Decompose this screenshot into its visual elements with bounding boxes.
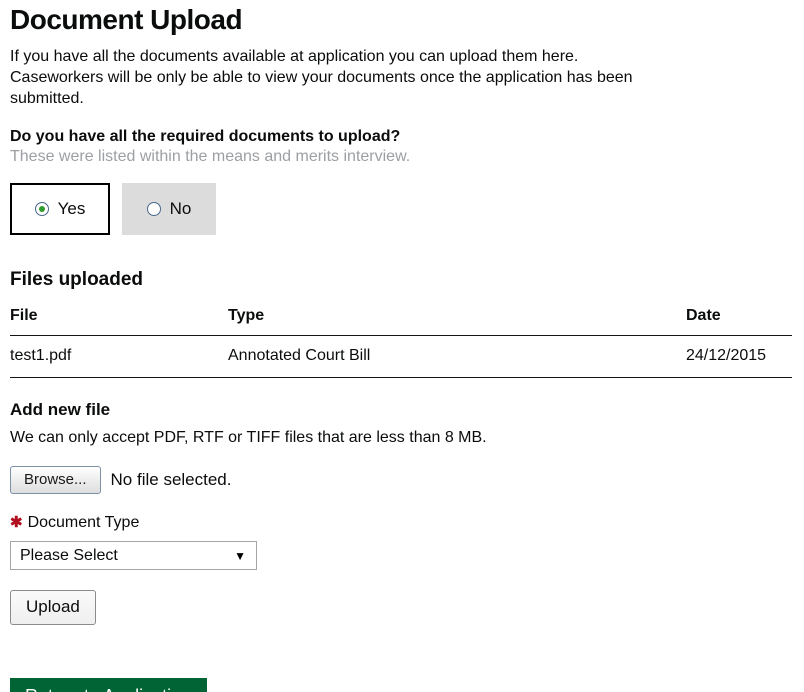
file-input: Browse... No file selected. [10, 466, 792, 494]
files-uploaded-table: File Type Date test1.pdf Annotated Court… [10, 303, 792, 378]
option-no[interactable]: No [122, 183, 216, 235]
no-file-selected-text: No file selected. [110, 470, 232, 489]
document-type-label-text: Document Type [27, 514, 140, 531]
dropdown-arrow-icon: ▼ [234, 548, 246, 563]
question-hint: These were listed within the means and m… [10, 148, 411, 165]
cell-file-name: test1.pdf [10, 335, 228, 378]
upload-button[interactable]: Upload [10, 590, 96, 625]
file-format-note: We can only accept PDF, RTF or TIFF file… [10, 429, 487, 446]
table-row: test1.pdf Annotated Court Bill 24/12/201… [10, 335, 792, 378]
page-title: Document Upload [10, 4, 243, 35]
column-header-file: File [10, 303, 228, 336]
column-header-type: Type [228, 303, 686, 336]
column-header-date: Date [686, 303, 792, 336]
cell-file-type: Annotated Court Bill [228, 335, 686, 378]
document-upload-page: Document Upload If you have all the docu… [0, 0, 804, 692]
return-to-application-button[interactable]: Return to Application [10, 678, 208, 692]
required-asterisk-icon: ✱ [10, 514, 23, 531]
radio-selected-icon [34, 202, 49, 216]
radio-unselected-icon [146, 202, 161, 216]
files-uploaded-heading: Files uploaded [10, 269, 144, 290]
select-selected-value: Please Select [20, 546, 118, 564]
cell-file-date: 24/12/2015 [686, 335, 792, 378]
yes-no-options: Yes No [10, 183, 792, 235]
browse-button[interactable]: Browse... [10, 466, 101, 494]
option-yes[interactable]: Yes [10, 183, 110, 235]
document-type-label: ✱ Document Type [10, 513, 792, 532]
option-yes-label: Yes [57, 199, 86, 218]
add-new-file-heading: Add new file [10, 400, 111, 419]
table-header-row: File Type Date [10, 303, 792, 336]
intro-text: If you have all the documents available … [10, 48, 633, 107]
option-no-label: No [169, 199, 192, 218]
question-label: Do you have all the required documents t… [10, 128, 401, 145]
required-documents-question: Do you have all the required documents t… [10, 128, 792, 235]
document-type-select[interactable]: Please Select ▼ [10, 541, 257, 570]
